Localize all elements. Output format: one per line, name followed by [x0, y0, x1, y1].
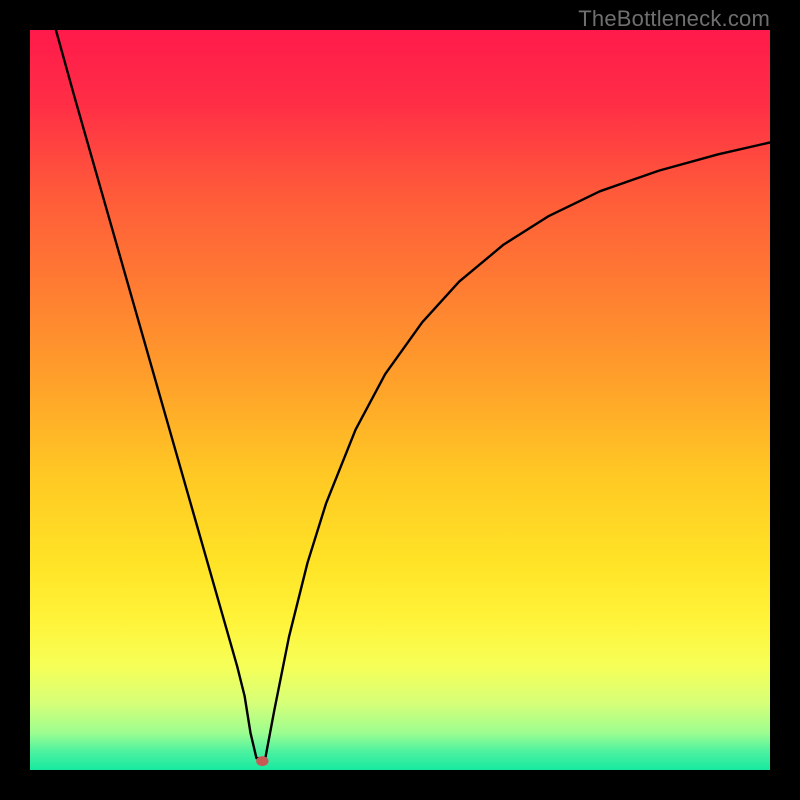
- bottleneck-chart: [30, 30, 770, 770]
- watermark-label: TheBottleneck.com: [578, 6, 770, 32]
- minimum-marker-icon: [256, 756, 268, 766]
- chart-frame: TheBottleneck.com: [0, 0, 800, 800]
- gradient-background: [30, 30, 770, 770]
